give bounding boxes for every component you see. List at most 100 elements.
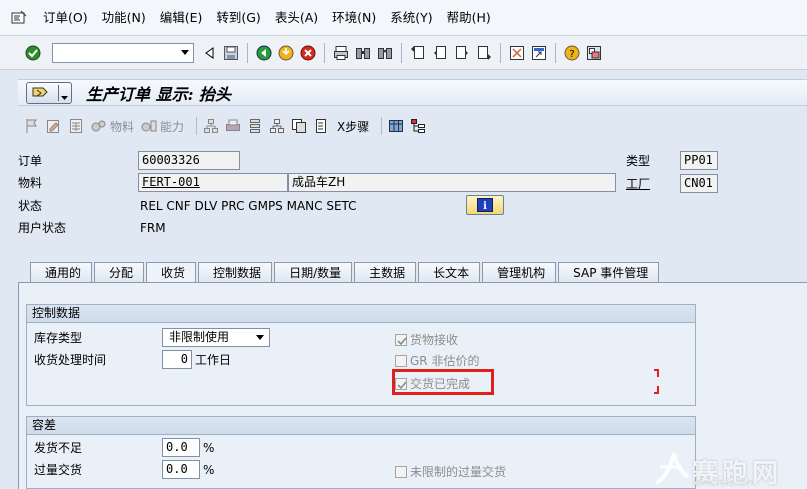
tab-master-data[interactable]: 主数据: [354, 262, 417, 283]
control-data-group: 控制数据: [26, 304, 696, 406]
watermark-url: www.3s5p.com: [694, 478, 755, 487]
overdelivery-unit: %: [203, 463, 215, 477]
checkbox-checked-icon: [395, 333, 407, 346]
status-info-button[interactable]: i: [466, 195, 504, 215]
order-type-label: 类型: [626, 154, 651, 168]
tab-sap-event-management[interactable]: SAP 事件管理: [558, 262, 660, 283]
calculator-icon[interactable]: [68, 116, 84, 136]
shortcut-icon[interactable]: [530, 44, 548, 62]
tab-general[interactable]: 通用的: [30, 262, 93, 283]
create-session-icon[interactable]: [508, 44, 526, 62]
material-description-field[interactable]: 成品车ZH: [288, 173, 616, 192]
network-icon[interactable]: [269, 116, 285, 136]
page-title: 生产订单 显示: 抬头: [86, 84, 232, 104]
svg-text:i: i: [483, 201, 487, 212]
find-icon[interactable]: [354, 44, 372, 62]
help-icon[interactable]: ?: [563, 44, 581, 62]
last-page-icon[interactable]: [475, 44, 493, 62]
overdelivery-label: 过量交货: [34, 463, 83, 477]
table-icon[interactable]: [388, 116, 404, 136]
tab-control-data[interactable]: 控制数据: [198, 262, 273, 283]
menu-edit[interactable]: 编辑(E): [153, 8, 210, 28]
hierarchy-icon[interactable]: [203, 116, 219, 136]
watermark: 赛跑网 www.3s5p.com: [650, 432, 807, 489]
user-status-value: FRM: [140, 221, 166, 235]
plant-label: 工厂: [626, 177, 651, 191]
edit-order-icon[interactable]: [46, 116, 62, 136]
overdelivery-field[interactable]: 0.0: [162, 460, 200, 479]
chevron-down-icon[interactable]: [253, 329, 267, 346]
watermark-logo-icon: [654, 452, 690, 485]
exit-icon[interactable]: [277, 44, 295, 62]
order-field[interactable]: 60003326: [138, 151, 240, 170]
stock-type-select[interactable]: 非限制使用: [162, 328, 270, 347]
flag-icon[interactable]: [24, 116, 40, 136]
plant-field[interactable]: CN01: [680, 174, 718, 193]
gr-processing-time-field[interactable]: 0: [162, 350, 192, 369]
order-type-field[interactable]: PP01: [680, 151, 718, 170]
customize-layout-icon[interactable]: [585, 44, 603, 62]
gr-non-valuated-checkbox-label: GR 非估价的: [410, 354, 480, 368]
status-label: 状态: [18, 199, 43, 213]
capacity-button-label: 能力: [160, 119, 185, 134]
system-status-value: REL CNF DLV PRC GMPS MANC SETC: [140, 199, 357, 213]
menu-goto[interactable]: 转到(G): [209, 8, 267, 28]
chevron-down-icon[interactable]: [177, 44, 193, 62]
menu-environment[interactable]: 环境(N): [325, 8, 383, 28]
goods-receipt-checkbox[interactable]: 货物接收: [395, 331, 458, 348]
menu-header[interactable]: 表头(A): [268, 8, 325, 28]
material-label: 物料: [18, 176, 43, 190]
tab-administration[interactable]: 管理机构: [482, 262, 557, 283]
tree-icon[interactable]: [410, 116, 426, 136]
underdelivery-label: 发货不足: [34, 441, 83, 455]
first-page-icon[interactable]: [409, 44, 427, 62]
command-field[interactable]: [52, 42, 194, 63]
find-next-icon[interactable]: [376, 44, 394, 62]
next-page-icon[interactable]: [453, 44, 471, 62]
tab-dates-quantities[interactable]: 日期/数量: [274, 262, 353, 283]
x-steps-label: X步骤: [337, 119, 370, 134]
material-field[interactable]: FERT-001: [138, 173, 288, 192]
printer-mgmt-icon[interactable]: [225, 116, 241, 136]
stock-type-label: 库存类型: [34, 331, 83, 345]
red-bracket-bottom: [654, 386, 659, 394]
print-icon[interactable]: [332, 44, 350, 62]
menu-help[interactable]: 帮助(H): [440, 8, 498, 28]
menu-functions[interactable]: 功能(N): [95, 8, 153, 28]
save-icon[interactable]: [222, 44, 240, 62]
x-steps-button[interactable]: X步骤: [335, 116, 369, 136]
material-button[interactable]: 物料: [90, 116, 134, 136]
cancel-icon[interactable]: [299, 44, 317, 62]
enter-icon[interactable]: [24, 44, 42, 62]
previous-page-icon[interactable]: [431, 44, 449, 62]
gr-non-valuated-checkbox[interactable]: GR 非估价的: [395, 352, 479, 369]
tab-long-text[interactable]: 长文本: [418, 262, 481, 283]
control-data-group-title: 控制数据: [27, 305, 695, 323]
tolerance-group: 容差: [26, 416, 696, 489]
delivery-completed-highlight: [392, 369, 494, 395]
gr-processing-time-label: 收货处理时间: [34, 353, 107, 367]
window-menu-icon[interactable]: [8, 7, 30, 29]
menu-order[interactable]: 订单(O): [36, 8, 95, 28]
copy-icon[interactable]: [291, 116, 307, 136]
stock-type-value: 非限制使用: [169, 330, 230, 344]
tab-strip: 通用的 分配 收货 控制数据 日期/数量 主数据 长文本 管理机构 SAP 事件…: [30, 262, 661, 284]
underdelivery-field[interactable]: 0.0: [162, 438, 200, 457]
structure-icon[interactable]: [247, 116, 263, 136]
menu-system[interactable]: 系统(Y): [383, 8, 439, 28]
underdelivery-unit: %: [203, 441, 215, 455]
chevron-down-icon: [61, 89, 68, 103]
tab-assignment[interactable]: 分配: [94, 262, 145, 283]
capacity-button[interactable]: 能力: [140, 116, 184, 136]
document-icon[interactable]: [313, 116, 329, 136]
services-for-object-button[interactable]: [26, 81, 72, 104]
system-toolbar: ?: [0, 36, 807, 70]
goods-receipt-checkbox-label: 货物接收: [410, 333, 459, 347]
red-bracket-top: [654, 369, 659, 377]
back-icon[interactable]: [255, 44, 273, 62]
menu-bar: 订单(O) 功能(N) 编辑(E) 转到(G) 表头(A) 环境(N) 系统(Y…: [0, 0, 807, 36]
tab-goods-receipt[interactable]: 收货: [146, 262, 197, 284]
unlimited-overdelivery-checkbox[interactable]: 未限制的过量交货: [395, 463, 506, 480]
back-triangle-icon[interactable]: [200, 44, 218, 62]
material-button-label: 物料: [110, 119, 135, 134]
